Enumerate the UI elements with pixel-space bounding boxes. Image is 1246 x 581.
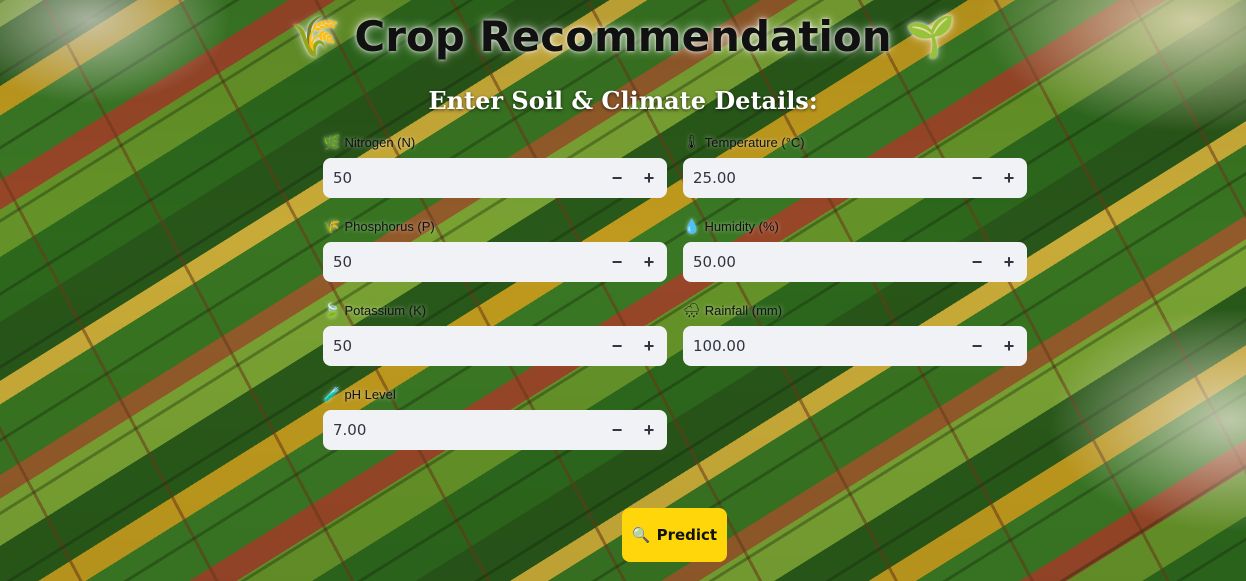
form-subtitle: Enter Soil & Climate Details: xyxy=(428,86,818,115)
temperature-increment-button[interactable]: + xyxy=(993,158,1025,198)
predict-button-label: Predict xyxy=(656,526,718,544)
temperature-label: 🌡 Temperature (°C) xyxy=(683,132,1027,152)
phosphorus-value[interactable]: 50 xyxy=(323,253,601,271)
nitrogen-input[interactable]: 50 − + xyxy=(323,158,667,198)
ph-increment-button[interactable]: + xyxy=(633,410,665,450)
rainfall-label-text: Rainfall (mm) xyxy=(704,302,783,318)
predict-button[interactable]: 🔍 Predict xyxy=(622,508,727,562)
humidity-label: 💧 Humidity (%) xyxy=(683,216,1027,236)
potassium-value[interactable]: 50 xyxy=(323,337,601,355)
potassium-increment-button[interactable]: + xyxy=(633,326,665,366)
phosphorus-increment-button[interactable]: + xyxy=(633,242,665,282)
phosphorus-decrement-button[interactable]: − xyxy=(601,242,633,282)
rain-cloud-icon: 🌧 xyxy=(683,301,701,318)
ph-label-text: pH Level xyxy=(344,386,396,402)
potassium-decrement-button[interactable]: − xyxy=(601,326,633,366)
humidity-value[interactable]: 50.00 xyxy=(683,253,961,271)
rainfall-field: 🌧 Rainfall (mm) 100.00 − + xyxy=(683,300,1027,366)
thermometer-icon: 🌡 xyxy=(683,133,701,150)
humidity-label-text: Humidity (%) xyxy=(704,218,779,234)
ph-field: 🧪 pH Level 7.00 − + xyxy=(323,384,667,450)
page-title-text: Crop Recommendation xyxy=(354,11,892,61)
ph-value[interactable]: 7.00 xyxy=(323,421,601,439)
rainfall-label: 🌧 Rainfall (mm) xyxy=(683,300,1027,320)
temperature-decrement-button[interactable]: − xyxy=(961,158,993,198)
ph-input[interactable]: 7.00 − + xyxy=(323,410,667,450)
humidity-increment-button[interactable]: + xyxy=(993,242,1025,282)
leaf-icon: 🍃 xyxy=(323,301,341,318)
humidity-decrement-button[interactable]: − xyxy=(961,242,993,282)
page-title: 🌾 Crop Recommendation 🌱 xyxy=(0,8,1246,64)
rainfall-value[interactable]: 100.00 xyxy=(683,337,961,355)
herb-icon: 🌿 xyxy=(323,133,341,150)
temperature-input[interactable]: 25.00 − + xyxy=(683,158,1027,198)
nitrogen-label: 🌿 Nitrogen (N) xyxy=(323,132,667,152)
wheat-icon: 🌾 xyxy=(323,217,341,234)
phosphorus-label-text: Phosphorus (P) xyxy=(344,218,435,234)
rainfall-input[interactable]: 100.00 − + xyxy=(683,326,1027,366)
test-tube-icon: 🧪 xyxy=(323,385,341,402)
nitrogen-increment-button[interactable]: + xyxy=(633,158,665,198)
humidity-input[interactable]: 50.00 − + xyxy=(683,242,1027,282)
ph-label: 🧪 pH Level xyxy=(323,384,667,404)
nitrogen-field: 🌿 Nitrogen (N) 50 − + xyxy=(323,132,667,198)
potassium-label: 🍃 Potassium (K) xyxy=(323,300,667,320)
potassium-label-text: Potassium (K) xyxy=(344,302,427,318)
nitrogen-value[interactable]: 50 xyxy=(323,169,601,187)
nitrogen-label-text: Nitrogen (N) xyxy=(344,134,416,150)
potassium-input[interactable]: 50 − + xyxy=(323,326,667,366)
wheat-icon: 🌾 xyxy=(290,13,341,60)
rainfall-decrement-button[interactable]: − xyxy=(961,326,993,366)
potassium-field: 🍃 Potassium (K) 50 − + xyxy=(323,300,667,366)
phosphorus-input[interactable]: 50 − + xyxy=(323,242,667,282)
phosphorus-field: 🌾 Phosphorus (P) 50 − + xyxy=(323,216,667,282)
temperature-field: 🌡 Temperature (°C) 25.00 − + xyxy=(683,132,1027,198)
magnifier-icon: 🔍 xyxy=(631,526,651,544)
droplet-icon: 💧 xyxy=(683,217,701,234)
nitrogen-decrement-button[interactable]: − xyxy=(601,158,633,198)
temperature-label-text: Temperature (°C) xyxy=(704,134,805,150)
phosphorus-label: 🌾 Phosphorus (P) xyxy=(323,216,667,236)
rainfall-increment-button[interactable]: + xyxy=(993,326,1025,366)
ph-decrement-button[interactable]: − xyxy=(601,410,633,450)
seedling-icon: 🌱 xyxy=(905,13,956,60)
temperature-value[interactable]: 25.00 xyxy=(683,169,961,187)
humidity-field: 💧 Humidity (%) 50.00 − + xyxy=(683,216,1027,282)
